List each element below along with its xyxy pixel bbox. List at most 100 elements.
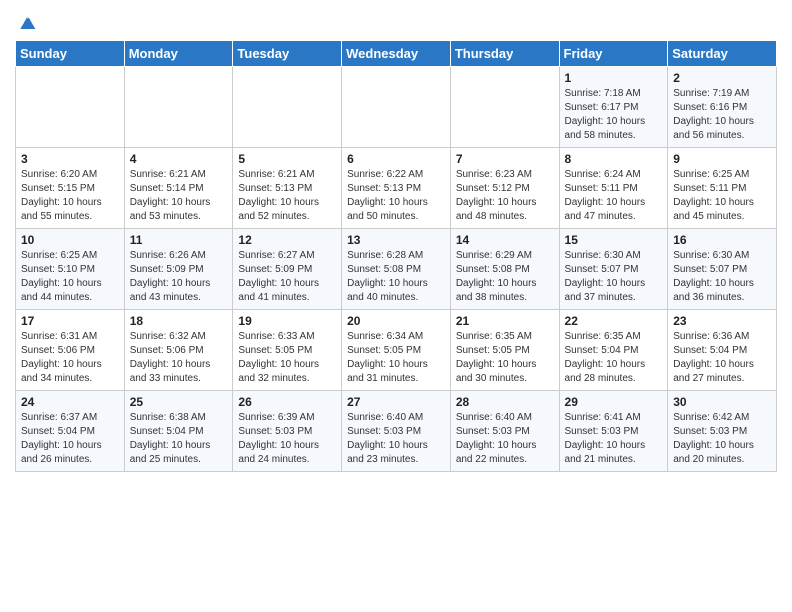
day-info: Sunrise: 6:40 AM Sunset: 5:03 PM Dayligh… — [456, 411, 554, 467]
day-info: Sunrise: 6:40 AM Sunset: 5:03 PM Dayligh… — [347, 411, 445, 467]
calendar-cell: 8 Sunrise: 6:24 AM Sunset: 5:11 PM Daylig… — [559, 148, 668, 229]
day-info: Sunrise: 6:38 AM Sunset: 5:04 PM Dayligh… — [130, 411, 228, 467]
day-number: 2 — [673, 71, 771, 85]
day-info: Sunrise: 6:39 AM Sunset: 5:03 PM Dayligh… — [238, 411, 336, 467]
calendar-cell: 28 Sunrise: 6:40 AM Sunset: 5:03 PM Dayli… — [450, 391, 559, 472]
calendar-cell: 25 Sunrise: 6:38 AM Sunset: 5:04 PM Dayli… — [124, 391, 233, 472]
calendar-cell: 12 Sunrise: 6:27 AM Sunset: 5:09 PM Dayli… — [233, 229, 342, 310]
logo — [15, 14, 37, 34]
day-info: Sunrise: 6:21 AM Sunset: 5:13 PM Dayligh… — [238, 168, 336, 224]
calendar-cell: 29 Sunrise: 6:41 AM Sunset: 5:03 PM Dayli… — [559, 391, 668, 472]
day-info: Sunrise: 6:34 AM Sunset: 5:05 PM Dayligh… — [347, 330, 445, 386]
calendar-week-1: 3 Sunrise: 6:20 AM Sunset: 5:15 PM Daylig… — [16, 148, 777, 229]
day-info: Sunrise: 6:30 AM Sunset: 5:07 PM Dayligh… — [673, 249, 771, 305]
day-info: Sunrise: 6:22 AM Sunset: 5:13 PM Dayligh… — [347, 168, 445, 224]
calendar-cell — [124, 67, 233, 148]
calendar-cell: 14 Sunrise: 6:29 AM Sunset: 5:08 PM Dayli… — [450, 229, 559, 310]
day-number: 14 — [456, 233, 554, 247]
day-info: Sunrise: 6:28 AM Sunset: 5:08 PM Dayligh… — [347, 249, 445, 305]
day-number: 6 — [347, 152, 445, 166]
day-number: 3 — [21, 152, 119, 166]
calendar-cell: 1Sunrise: 7:18 AM Sunset: 6:17 PM Daylig… — [559, 67, 668, 148]
weekday-header-wednesday: Wednesday — [342, 41, 451, 67]
day-number: 21 — [456, 314, 554, 328]
day-number: 30 — [673, 395, 771, 409]
page-header — [15, 10, 777, 34]
calendar-cell — [342, 67, 451, 148]
calendar-cell: 20 Sunrise: 6:34 AM Sunset: 5:05 PM Dayli… — [342, 310, 451, 391]
day-number: 12 — [238, 233, 336, 247]
day-info: Sunrise: 6:23 AM Sunset: 5:12 PM Dayligh… — [456, 168, 554, 224]
calendar-cell — [16, 67, 125, 148]
day-info: Sunrise: 6:35 AM Sunset: 5:05 PM Dayligh… — [456, 330, 554, 386]
weekday-header-thursday: Thursday — [450, 41, 559, 67]
logo-icon — [17, 14, 37, 34]
calendar-table: SundayMondayTuesdayWednesdayThursdayFrid… — [15, 40, 777, 472]
calendar-week-4: 24 Sunrise: 6:37 AM Sunset: 5:04 PM Dayli… — [16, 391, 777, 472]
day-info: Sunrise: 6:24 AM Sunset: 5:11 PM Dayligh… — [565, 168, 663, 224]
day-number: 28 — [456, 395, 554, 409]
day-info: Sunrise: 6:37 AM Sunset: 5:04 PM Dayligh… — [21, 411, 119, 467]
day-info: Sunrise: 6:27 AM Sunset: 5:09 PM Dayligh… — [238, 249, 336, 305]
calendar-cell: 26 Sunrise: 6:39 AM Sunset: 5:03 PM Dayli… — [233, 391, 342, 472]
day-number: 26 — [238, 395, 336, 409]
calendar-cell: 30 Sunrise: 6:42 AM Sunset: 5:03 PM Dayli… — [668, 391, 777, 472]
calendar-cell: 15 Sunrise: 6:30 AM Sunset: 5:07 PM Dayli… — [559, 229, 668, 310]
calendar-header: SundayMondayTuesdayWednesdayThursdayFrid… — [16, 41, 777, 67]
day-info: Sunrise: 6:32 AM Sunset: 5:06 PM Dayligh… — [130, 330, 228, 386]
calendar-cell: 13 Sunrise: 6:28 AM Sunset: 5:08 PM Dayli… — [342, 229, 451, 310]
day-number: 7 — [456, 152, 554, 166]
calendar-cell: 22 Sunrise: 6:35 AM Sunset: 5:04 PM Dayli… — [559, 310, 668, 391]
weekday-header-monday: Monday — [124, 41, 233, 67]
day-number: 29 — [565, 395, 663, 409]
day-info: Sunrise: 6:29 AM Sunset: 5:08 PM Dayligh… — [456, 249, 554, 305]
calendar-cell: 21 Sunrise: 6:35 AM Sunset: 5:05 PM Dayli… — [450, 310, 559, 391]
calendar-cell: 7 Sunrise: 6:23 AM Sunset: 5:12 PM Daylig… — [450, 148, 559, 229]
weekday-header-saturday: Saturday — [668, 41, 777, 67]
calendar-cell: 5 Sunrise: 6:21 AM Sunset: 5:13 PM Daylig… — [233, 148, 342, 229]
day-number: 5 — [238, 152, 336, 166]
day-number: 15 — [565, 233, 663, 247]
day-info: Sunrise: 6:21 AM Sunset: 5:14 PM Dayligh… — [130, 168, 228, 224]
day-number: 25 — [130, 395, 228, 409]
calendar-body: 1Sunrise: 7:18 AM Sunset: 6:17 PM Daylig… — [16, 67, 777, 472]
calendar-cell: 10 Sunrise: 6:25 AM Sunset: 5:10 PM Dayli… — [16, 229, 125, 310]
calendar-cell: 6 Sunrise: 6:22 AM Sunset: 5:13 PM Daylig… — [342, 148, 451, 229]
calendar-cell: 23 Sunrise: 6:36 AM Sunset: 5:04 PM Dayli… — [668, 310, 777, 391]
calendar-cell: 2Sunrise: 7:19 AM Sunset: 6:16 PM Daylig… — [668, 67, 777, 148]
weekday-row: SundayMondayTuesdayWednesdayThursdayFrid… — [16, 41, 777, 67]
day-number: 13 — [347, 233, 445, 247]
calendar-cell: 17Sunrise: 6:31 AM Sunset: 5:06 PM Dayli… — [16, 310, 125, 391]
day-number: 11 — [130, 233, 228, 247]
day-number: 22 — [565, 314, 663, 328]
day-info: Sunrise: 6:20 AM Sunset: 5:15 PM Dayligh… — [21, 168, 119, 224]
day-info: Sunrise: 6:31 AM Sunset: 5:06 PM Dayligh… — [21, 330, 119, 386]
calendar-cell — [450, 67, 559, 148]
day-info: Sunrise: 6:42 AM Sunset: 5:03 PM Dayligh… — [673, 411, 771, 467]
day-info: Sunrise: 6:25 AM Sunset: 5:10 PM Dayligh… — [21, 249, 119, 305]
calendar-cell: 9 Sunrise: 6:25 AM Sunset: 5:11 PM Daylig… — [668, 148, 777, 229]
calendar-cell: 19 Sunrise: 6:33 AM Sunset: 5:05 PM Dayli… — [233, 310, 342, 391]
calendar-cell: 16Sunrise: 6:30 AM Sunset: 5:07 PM Dayli… — [668, 229, 777, 310]
weekday-header-tuesday: Tuesday — [233, 41, 342, 67]
day-info: Sunrise: 6:25 AM Sunset: 5:11 PM Dayligh… — [673, 168, 771, 224]
day-number: 19 — [238, 314, 336, 328]
day-info: Sunrise: 6:30 AM Sunset: 5:07 PM Dayligh… — [565, 249, 663, 305]
day-number: 9 — [673, 152, 771, 166]
day-number: 20 — [347, 314, 445, 328]
day-info: Sunrise: 6:35 AM Sunset: 5:04 PM Dayligh… — [565, 330, 663, 386]
calendar-cell: 4Sunrise: 6:21 AM Sunset: 5:14 PM Daylig… — [124, 148, 233, 229]
weekday-header-friday: Friday — [559, 41, 668, 67]
day-number: 24 — [21, 395, 119, 409]
day-info: Sunrise: 6:33 AM Sunset: 5:05 PM Dayligh… — [238, 330, 336, 386]
day-number: 10 — [21, 233, 119, 247]
day-info: Sunrise: 6:26 AM Sunset: 5:09 PM Dayligh… — [130, 249, 228, 305]
calendar-cell — [233, 67, 342, 148]
calendar-week-0: 1Sunrise: 7:18 AM Sunset: 6:17 PM Daylig… — [16, 67, 777, 148]
day-number: 23 — [673, 314, 771, 328]
calendar-week-3: 17Sunrise: 6:31 AM Sunset: 5:06 PM Dayli… — [16, 310, 777, 391]
day-number: 8 — [565, 152, 663, 166]
day-number: 27 — [347, 395, 445, 409]
day-info: Sunrise: 6:36 AM Sunset: 5:04 PM Dayligh… — [673, 330, 771, 386]
day-info: Sunrise: 6:41 AM Sunset: 5:03 PM Dayligh… — [565, 411, 663, 467]
